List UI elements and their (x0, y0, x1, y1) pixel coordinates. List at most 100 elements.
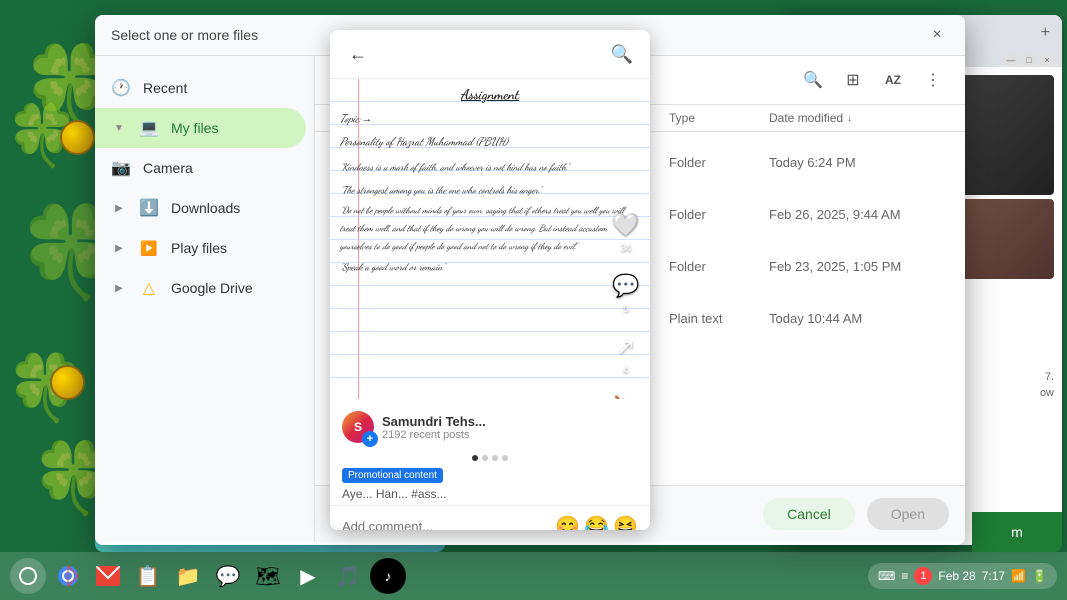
handwritten-text: Assignment Topic:→ Personality of Hazrat… (330, 79, 650, 283)
label-ow: ow (1040, 387, 1054, 399)
camera-label: Camera (143, 160, 193, 176)
search-button[interactable]: 🔍 (797, 64, 829, 96)
bookmark-button[interactable]: 🔖 4 (610, 392, 642, 399)
battery-icon: 🔋 (1032, 569, 1047, 583)
sidebar-item-recent[interactable]: 🕐 Recent (95, 68, 306, 108)
post-dots-indicator (330, 451, 650, 465)
sidebar-item-my-files[interactable]: ▼ 💻 My files (95, 108, 306, 148)
dot-2 (482, 455, 488, 461)
share-button[interactable]: ↗ 4 (610, 331, 642, 376)
emoji-smile[interactable]: 😊 (555, 514, 580, 530)
add-post-button[interactable]: + (362, 431, 378, 447)
grid-view-button[interactable]: ⊞ (837, 64, 869, 96)
green-action-button[interactable]: m (972, 512, 1062, 552)
downloads-label: Downloads (171, 200, 240, 216)
open-button[interactable]: Open (867, 498, 949, 530)
notification-badge: 1 (914, 567, 932, 585)
quote-4: "Speak a good word or remain" (340, 256, 640, 279)
tiktok-icon[interactable]: ♪ (370, 558, 406, 594)
file-picker-sidebar: 🕐 Recent ▼ 💻 My files 📷 Camera ▶ ⬇️ (95, 56, 315, 542)
social-action-buttons: 🔍 (606, 38, 638, 70)
more-options-button[interactable]: ⋮ (917, 64, 949, 96)
minimize-btn[interactable]: — (1004, 53, 1018, 67)
col-header-date[interactable]: Date modified ↓ (769, 111, 949, 125)
user2-mention: Aye... (342, 487, 372, 501)
launcher-button[interactable] (10, 558, 46, 594)
file-date-1: Today 6:24 PM (769, 155, 949, 170)
chrome-icon[interactable] (50, 558, 86, 594)
sidebar-item-downloads[interactable]: ▶ ⬇️ Downloads (95, 188, 306, 228)
sort-arrow-icon: ↓ (847, 113, 852, 124)
gmail-icon[interactable] (90, 558, 126, 594)
maps-icon[interactable]: 🗺 (250, 558, 286, 594)
new-tab-btn[interactable]: + (1037, 24, 1054, 42)
user-info-text: Samundri Tehs... 2192 recent posts (382, 414, 486, 441)
heart-icon: 🤍 (610, 209, 642, 241)
messages-icon[interactable]: 💬 (210, 558, 246, 594)
music-icon[interactable]: 🎵 (330, 558, 366, 594)
file-date-4: Today 10:44 AM (769, 311, 949, 326)
share-icon: ↗ (610, 331, 642, 363)
action-text: m (1011, 524, 1023, 540)
maximize-btn[interactable]: □ (1022, 53, 1036, 67)
keyboard-icon[interactable]: ⌨ (878, 569, 895, 583)
quote-2: "The strongest among you is the one who … (340, 179, 640, 202)
dot-3 (492, 455, 498, 461)
cancel-button[interactable]: Cancel (763, 498, 855, 530)
google-drive-icon: △ (139, 278, 159, 298)
files-icon[interactable]: 📁 (170, 558, 206, 594)
gmail-svg (96, 566, 120, 586)
user-avatar: S + (342, 411, 374, 443)
quote-1: "Kindness is a mark of faith, and whoeve… (340, 156, 640, 179)
like-count: 34 (620, 243, 631, 254)
toolbar-action-group: 🔍 ⊞ AZ ⋮ (797, 64, 949, 96)
comment-input-area: 😊 😂 😆 (330, 505, 650, 530)
hashtag: #ass... (411, 487, 446, 501)
emoji-buttons: 😊 😂 😆 (555, 514, 638, 530)
file-picker-title: Select one or more files (111, 27, 258, 43)
emoji-laugh[interactable]: 😂 (584, 514, 609, 530)
file-date-3: Feb 23, 2025, 1:05 PM (769, 259, 949, 274)
post-user-info: S + Samundri Tehs... 2192 recent posts (330, 403, 650, 451)
camera-icon: 📷 (111, 158, 131, 178)
comment-button[interactable]: 💬 5 (610, 270, 642, 315)
social-right-actions: 🤍 34 💬 5 ↗ 4 🔖 4 (610, 209, 642, 399)
my-files-label: My files (171, 120, 218, 136)
file-picker-close-button[interactable]: × (925, 23, 949, 47)
system-tray: ⌨ ≡ 1 Feb 28 7:17 📶 🔋 (868, 563, 1057, 589)
comment-input[interactable] (342, 519, 547, 530)
my-files-icon: 💻 (139, 118, 159, 138)
file-type-1: Folder (669, 155, 769, 170)
sidebar-item-play-files[interactable]: ▶ ▶️ Play files (95, 228, 306, 268)
bookmark-icon: 🔖 (610, 392, 642, 399)
close-btn[interactable]: × (1040, 53, 1054, 67)
back-nav-button[interactable]: ← (342, 38, 374, 70)
chrome-svg (56, 564, 80, 588)
social-media-post: ← 🔍 Assignment Topic:→ Personality of Ha… (330, 30, 650, 530)
emoji-grin[interactable]: 😆 (613, 514, 638, 530)
social-post-header: ← 🔍 (330, 30, 650, 79)
subject-line: Personality of Hazrat Muhammad (PBUH) (340, 131, 640, 154)
comment-icon: 💬 (610, 270, 642, 302)
play-files-icon: ▶️ (139, 238, 159, 258)
sidebar-item-camera[interactable]: 📷 Camera (95, 148, 306, 188)
expand-icon: ▼ (111, 120, 127, 136)
taskbar: 📋 📁 💬 🗺 ▶ 🎵 ♪ ⌨ ≡ 1 Feb 28 7:17 📶 🔋 (0, 552, 1067, 600)
social-post-image: Assignment Topic:→ Personality of Hazrat… (330, 79, 650, 399)
like-button[interactable]: 🤍 34 (610, 209, 642, 254)
menu-icon[interactable]: ≡ (901, 569, 908, 583)
post-subtext: Aye... Han... #ass... (330, 487, 650, 505)
google-drive-label: Google Drive (171, 280, 253, 296)
file-type-2: Folder (669, 207, 769, 222)
play-icon[interactable]: ▶ (290, 558, 326, 594)
social-search-button[interactable]: 🔍 (606, 38, 638, 70)
downloads-icon: ⬇️ (139, 198, 159, 218)
user3-mention: Han... (376, 487, 408, 501)
docs-icon[interactable]: 📋 (130, 558, 166, 594)
file-type-3: Folder (669, 259, 769, 274)
sort-az-button[interactable]: AZ (877, 64, 909, 96)
col-header-type: Type (669, 111, 769, 125)
comment-count: 5 (623, 304, 629, 315)
launcher-icon (18, 566, 38, 586)
sidebar-item-google-drive[interactable]: ▶ △ Google Drive (95, 268, 306, 308)
